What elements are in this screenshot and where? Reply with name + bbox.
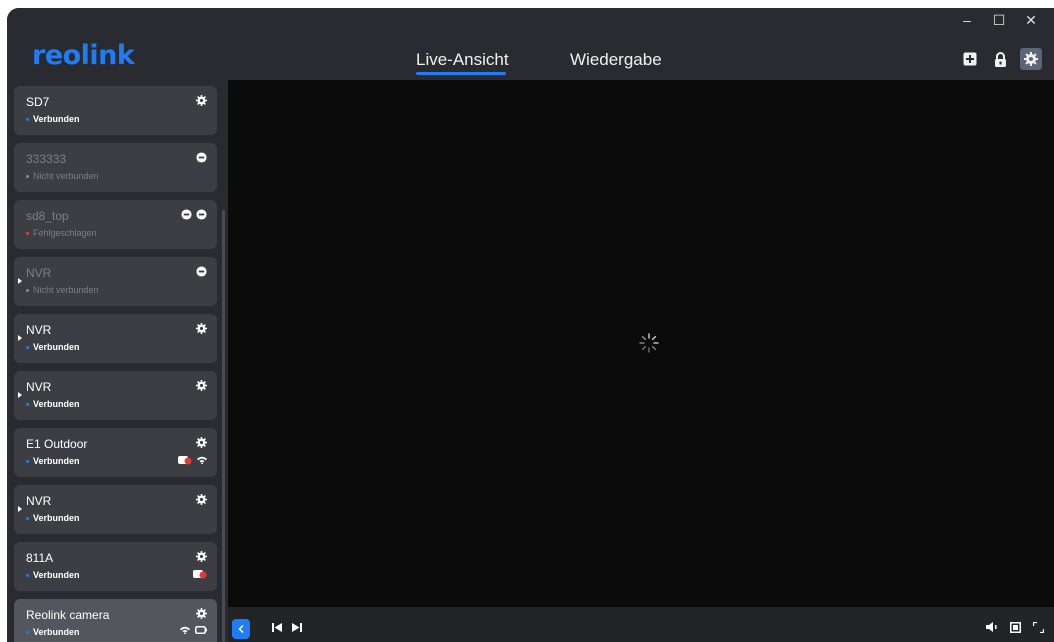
device-name: sd8_top <box>26 209 69 223</box>
device-status: Verbunden <box>26 342 80 352</box>
tab-playback[interactable]: Wiedergabe <box>570 50 662 70</box>
status-label: Verbunden <box>33 114 80 124</box>
device-card[interactable]: NVR Verbunden <box>14 314 217 363</box>
reconnect-icon[interactable] <box>196 152 207 163</box>
device-card[interactable]: NVR Verbunden <box>14 371 217 420</box>
collapse-sidebar-button[interactable] <box>232 619 250 639</box>
bottom-toolbar <box>228 607 1054 642</box>
device-status: Verbunden <box>26 456 80 466</box>
tab-live-view[interactable]: Live-Ansicht <box>416 50 509 70</box>
device-card-selected[interactable]: Reolink camera Verbunden <box>14 599 217 642</box>
gear-icon[interactable] <box>196 380 207 391</box>
device-card[interactable]: 811A Verbunden <box>14 542 217 591</box>
info-icon[interactable] <box>181 209 192 220</box>
status-dot <box>26 175 29 179</box>
device-card[interactable]: SD7 Verbunden <box>14 86 217 135</box>
device-status: Verbunden <box>26 627 80 637</box>
live-view-area[interactable] <box>228 80 1054 607</box>
previous-icon[interactable] <box>272 623 282 632</box>
status-label: Nicht verbunden <box>33 171 99 181</box>
device-card[interactable]: 333333 Nicht verbunden <box>14 143 217 192</box>
wifi-icon <box>180 626 190 634</box>
status-label: Nicht verbunden <box>33 285 99 295</box>
status-label: Verbunden <box>33 456 80 466</box>
title-bar: reolink Live-Ansicht Wiedergabe – ☐ ✕ <box>7 8 1054 80</box>
gear-icon[interactable] <box>196 323 207 334</box>
device-name: 811A <box>26 551 54 565</box>
status-dot <box>26 232 29 236</box>
device-name: NVR <box>26 380 52 394</box>
status-dot <box>26 403 29 407</box>
gear-icon[interactable] <box>196 95 207 106</box>
device-status: Verbunden <box>26 114 80 124</box>
lock-button[interactable] <box>990 49 1010 69</box>
expand-arrow-icon[interactable] <box>18 278 22 284</box>
device-name: SD7 <box>26 95 50 109</box>
settings-button[interactable] <box>1020 48 1042 70</box>
status-dot <box>26 118 29 122</box>
recording-icon <box>193 570 207 579</box>
status-dot <box>26 574 29 578</box>
active-tab-indicator <box>416 72 506 75</box>
status-dot <box>26 517 29 521</box>
status-dot <box>26 289 29 293</box>
battery-icon <box>195 626 207 634</box>
device-status: Nicht verbunden <box>26 171 99 181</box>
expand-arrow-icon[interactable] <box>18 506 22 512</box>
sidebar-scrollbar[interactable] <box>222 210 225 642</box>
wifi-icon <box>197 456 207 464</box>
device-list-sidebar: SD7 Verbunden 333333 Nicht verbunden sd8… <box>7 80 228 642</box>
gear-icon[interactable] <box>196 437 207 448</box>
device-name: NVR <box>26 323 52 337</box>
status-dot <box>26 346 29 350</box>
close-button[interactable]: ✕ <box>1024 12 1038 29</box>
device-status: Fehlgeschlagen <box>26 228 97 238</box>
minimize-button[interactable]: – <box>960 12 974 29</box>
expand-arrow-icon[interactable] <box>18 392 22 398</box>
status-label: Verbunden <box>33 627 80 637</box>
loading-spinner-icon <box>639 333 659 353</box>
device-card[interactable]: NVR Verbunden <box>14 485 217 534</box>
fullscreen-icon[interactable] <box>1033 622 1044 633</box>
status-label: Verbunden <box>33 570 80 580</box>
maximize-button[interactable]: ☐ <box>992 12 1006 29</box>
device-name: Reolink camera <box>26 608 110 622</box>
device-name: E1 Outdoor <box>26 437 88 451</box>
device-card[interactable]: E1 Outdoor Verbunden <box>14 428 217 477</box>
device-status: Verbunden <box>26 513 80 523</box>
reconnect-icon[interactable] <box>196 266 207 277</box>
settings-icon <box>1024 52 1038 66</box>
status-label: Verbunden <box>33 399 80 409</box>
next-icon[interactable] <box>292 623 302 632</box>
add-icon <box>963 52 977 66</box>
gear-icon[interactable] <box>196 608 207 619</box>
device-status: Verbunden <box>26 570 80 580</box>
device-card[interactable]: sd8_top Fehlgeschlagen <box>14 200 217 249</box>
device-name: NVR <box>26 266 52 280</box>
device-name: 333333 <box>26 152 67 166</box>
gear-icon[interactable] <box>196 551 207 562</box>
status-label: Verbunden <box>33 513 80 523</box>
gear-icon[interactable] <box>196 494 207 505</box>
status-label: Fehlgeschlagen <box>33 228 97 238</box>
volume-icon[interactable] <box>986 622 998 632</box>
layout-icon[interactable] <box>1010 622 1021 633</box>
device-name: NVR <box>26 494 52 508</box>
status-label: Verbunden <box>33 342 80 352</box>
chevron-left-icon <box>238 625 244 633</box>
expand-arrow-icon[interactable] <box>18 335 22 341</box>
lock-icon <box>994 51 1006 67</box>
reolink-app-window: reolink Live-Ansicht Wiedergabe – ☐ ✕ SD… <box>7 8 1054 642</box>
reconnect-icon[interactable] <box>196 209 207 220</box>
status-dot <box>26 460 29 464</box>
status-dot <box>26 631 29 635</box>
add-device-button[interactable] <box>960 49 980 69</box>
window-controls: – ☐ ✕ <box>960 12 1038 29</box>
device-status: Verbunden <box>26 399 80 409</box>
device-status: Nicht verbunden <box>26 285 99 295</box>
recording-icon <box>178 456 192 465</box>
device-card[interactable]: NVR Nicht verbunden <box>14 257 217 306</box>
top-toolbar <box>960 48 1042 70</box>
reolink-logo: reolink <box>32 40 135 71</box>
